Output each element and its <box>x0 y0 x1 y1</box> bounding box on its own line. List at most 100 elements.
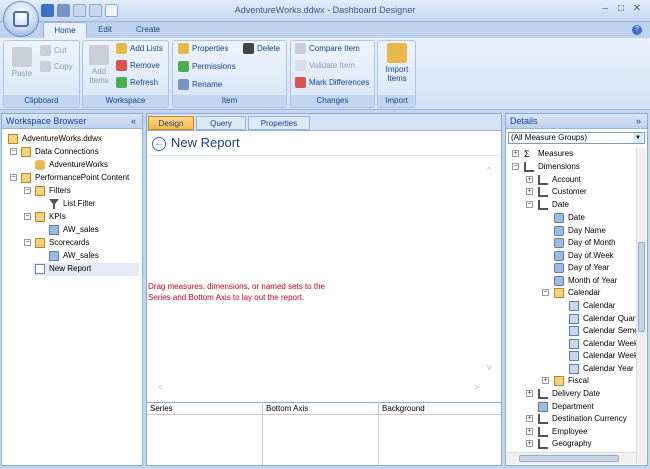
collapse-toggle[interactable]: − <box>24 187 31 194</box>
collapse-panel-button[interactable]: « <box>131 114 136 129</box>
expand-toggle[interactable]: + <box>526 390 533 397</box>
add-items-button[interactable]: Add Items <box>85 45 113 85</box>
tree-item-filters[interactable]: Filters <box>49 185 71 197</box>
series-dropzone[interactable] <box>147 415 263 465</box>
tree-item-calendar-quarter[interactable]: Calendar Quarter <box>583 313 636 325</box>
tree-item-adventureworks[interactable]: AdventureWorks <box>49 159 108 171</box>
tree-item-destination-currency[interactable]: Destination Currency <box>552 413 627 425</box>
tab-query[interactable]: Query <box>196 116 246 130</box>
scrollbar-thumb[interactable] <box>519 455 619 462</box>
mark-differences-button[interactable]: Mark Differences <box>295 77 369 89</box>
collapse-toggle[interactable]: − <box>10 148 17 155</box>
vertical-scrollbar[interactable] <box>636 148 646 464</box>
scrollbar-thumb[interactable] <box>638 242 645 332</box>
expand-toggle[interactable]: + <box>526 415 533 422</box>
properties-button[interactable]: Properties <box>178 43 228 55</box>
tree-item-geography[interactable]: Geography <box>552 438 592 450</box>
tree-item-calendar[interactable]: Calendar <box>583 300 615 312</box>
import-items-button[interactable]: Import Items <box>381 43 413 83</box>
collapse-toggle[interactable]: − <box>542 289 549 296</box>
scroll-up-icon[interactable]: ^ <box>487 165 491 175</box>
paste-button[interactable]: Paste <box>8 47 36 78</box>
scroll-right-icon[interactable]: > <box>474 382 479 392</box>
filter-icon <box>49 199 59 209</box>
tree-item-calendar-semester[interactable]: Calendar Semester <box>583 325 636 337</box>
tree-item-data-connections[interactable]: Data Connections <box>35 146 99 158</box>
tree-item-fiscal[interactable]: Fiscal <box>568 375 589 387</box>
tab-edit[interactable]: Edit <box>89 22 121 38</box>
validate-item-button[interactable]: Validate Item <box>295 60 355 72</box>
app-logo-icon <box>13 11 29 27</box>
expand-panel-button[interactable]: » <box>636 114 641 129</box>
tab-properties[interactable]: Properties <box>248 116 310 130</box>
tree-item-customer[interactable]: Customer <box>552 186 587 198</box>
tree-item-month-of-year[interactable]: Month of Year <box>568 275 617 287</box>
tree-item-date-attr[interactable]: Date <box>568 212 585 224</box>
collapse-toggle[interactable]: − <box>10 174 17 181</box>
help-icon[interactable]: ? <box>632 25 642 35</box>
tree-item-calendar-week-2[interactable]: Calendar Week <box>583 350 636 362</box>
tree-item-day-name[interactable]: Day Name <box>568 225 606 237</box>
tree-item-day-of-week[interactable]: Day of Week <box>568 250 614 262</box>
tree-item-calendar-week[interactable]: Calendar Week <box>583 338 636 350</box>
tree-item-day-of-month[interactable]: Day of Month <box>568 237 616 249</box>
tree-item-measures[interactable]: Measures <box>538 148 573 160</box>
tree-item-account[interactable]: Account <box>552 174 581 186</box>
tree-item-scorecard-aw-sales[interactable]: AW_sales <box>63 250 99 262</box>
application-menu-button[interactable] <box>3 1 39 37</box>
collapse-toggle[interactable]: − <box>512 163 519 170</box>
chevron-down-icon: ▼ <box>633 133 643 143</box>
tree-item-workspace[interactable]: AdventureWorks.ddwx <box>22 133 102 145</box>
remove-button[interactable]: Remove <box>116 60 160 72</box>
tree-item-kpi-aw-sales[interactable]: AW_sales <box>63 224 99 236</box>
tree-item-dimensions[interactable]: Dimensions <box>538 161 580 173</box>
maximize-button[interactable]: □ <box>614 3 628 16</box>
tree-item-calendar-year[interactable]: Calendar Year <box>583 363 634 375</box>
tree-item-department[interactable]: Department <box>552 401 594 413</box>
expand-toggle[interactable]: + <box>526 188 533 195</box>
dimension-icon <box>538 402 548 412</box>
add-lists-button[interactable]: Add Lists <box>116 43 163 55</box>
expand-toggle[interactable]: + <box>526 428 533 435</box>
tree-item-scorecards[interactable]: Scorecards <box>49 237 89 249</box>
tree-item-performancepoint-content[interactable]: PerformancePoint Content <box>35 172 129 184</box>
permissions-button[interactable]: Permissions <box>178 61 236 73</box>
dimension-icon <box>538 427 548 437</box>
tree-item-kpis[interactable]: KPIs <box>49 211 66 223</box>
tab-create[interactable]: Create <box>127 22 169 38</box>
tree-item-day-of-year[interactable]: Day of Year <box>568 262 609 274</box>
tab-home[interactable]: Home <box>43 22 87 38</box>
collapse-toggle[interactable]: − <box>24 213 31 220</box>
tree-item-list-filter[interactable]: List Filter <box>63 198 95 210</box>
bottom-axis-dropzone[interactable] <box>263 415 379 465</box>
collapse-toggle[interactable]: − <box>526 201 533 208</box>
tree-item-delivery-date[interactable]: Delivery Date <box>552 388 600 400</box>
copy-button[interactable]: Copy <box>40 61 73 73</box>
refresh-button[interactable]: Refresh <box>116 77 158 89</box>
expand-toggle[interactable]: + <box>526 176 533 183</box>
rename-button[interactable]: Rename <box>178 79 222 91</box>
compare-item-button[interactable]: Compare Item <box>295 43 360 55</box>
close-button[interactable]: ✕ <box>630 3 644 16</box>
expand-toggle[interactable]: + <box>526 440 533 447</box>
tab-design[interactable]: Design <box>148 116 194 130</box>
expand-toggle[interactable]: + <box>542 377 549 384</box>
tree-item-new-report[interactable]: New Report <box>49 263 91 275</box>
horizontal-scrollbar[interactable] <box>507 452 636 464</box>
minimize-button[interactable]: – <box>598 3 612 16</box>
cut-button[interactable]: Cut <box>40 45 66 57</box>
tree-item-calendar-folder[interactable]: Calendar <box>568 287 600 299</box>
background-dropzone[interactable] <box>379 415 501 465</box>
report-canvas[interactable] <box>149 155 499 400</box>
measure-group-select[interactable]: (All Measure Groups) ▼ <box>508 132 645 144</box>
expand-toggle[interactable]: + <box>512 150 519 157</box>
sigma-icon: Σ <box>524 149 530 159</box>
group-label: Clipboard <box>4 95 79 107</box>
tree-item-date[interactable]: Date <box>552 199 569 211</box>
scroll-left-icon[interactable]: < <box>158 382 163 392</box>
scroll-down-icon[interactable]: v <box>487 362 492 372</box>
tree-item-employee[interactable]: Employee <box>552 426 588 438</box>
back-arrow-icon[interactable]: ← <box>152 137 166 151</box>
collapse-toggle[interactable]: − <box>24 239 31 246</box>
delete-button[interactable]: Delete <box>243 43 280 55</box>
